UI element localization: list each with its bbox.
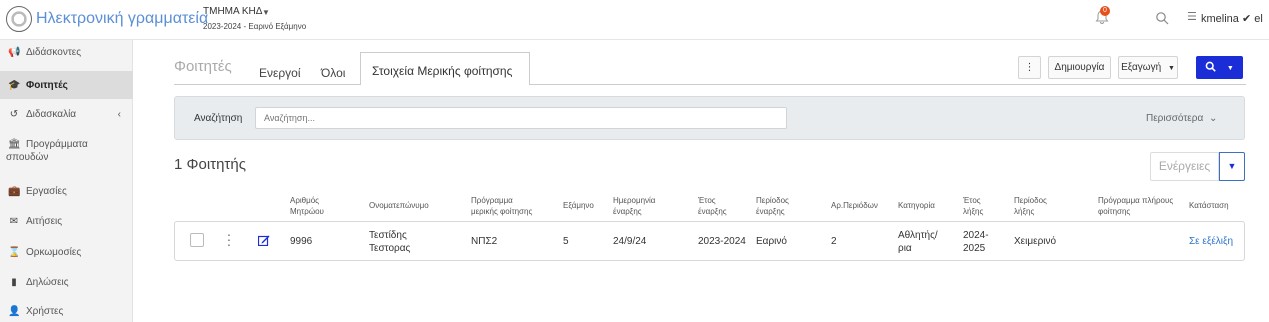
cell-periods: 2 [831,236,837,247]
sidebar-item-label-continued: σπουδών [6,152,49,163]
institution-icon: 🏛 [8,139,21,150]
envelope-icon: ✉ [9,216,19,227]
column-header[interactable]: Εξάμηνο [563,200,603,211]
actions-button[interactable]: Ενέργειες [1150,152,1219,181]
caret-down-icon: ▼ [1226,65,1234,72]
sidebar-item-label: Ορκωμοσίες [26,247,82,258]
row-menu-icon[interactable]: · · · [226,227,232,251]
search-icon [1205,61,1216,72]
academic-period: 2023-2024 - Εαρινό Εξάμηνο [203,22,307,31]
more-filters-toggle[interactable]: Περισσότερα ⌄ [1146,113,1217,124]
top-bar: Ηλεκτρονική γραμματεία ΤΜΗΜΑ ΚΗΔ 2023-20… [0,0,1269,40]
sidebar-item-label: Εργασίες [26,186,67,197]
cell-category: Αθλητής/ρια [898,230,938,254]
chevron-down-icon: ⌄ [1209,113,1218,124]
user-icon: 👤 [8,306,21,317]
column-header[interactable]: Αρ.Περιόδων [831,200,891,211]
list-icon[interactable]: ☰ [1187,10,1197,23]
row-checkbox[interactable] [190,233,204,247]
file-icon: ▮ [11,277,17,288]
search-button[interactable]: ▼ [1196,56,1243,79]
tab-all[interactable]: Όλοι [321,66,345,80]
export-button[interactable]: Εξαγωγή ▼ [1118,56,1178,79]
undo-icon: ↺ [9,109,19,120]
more-options-button[interactable]: ⋮ [1018,56,1041,79]
cell-start-date: 24/9/24 [613,236,647,247]
column-header[interactable]: Ημερομηνία έναρξης [613,195,668,217]
sidebar-item-label: Διδάσκοντες [26,47,82,58]
cell-end-year: 2024-2025 [963,230,989,254]
chevron-left-icon: ‹ [117,109,121,120]
cell-reg-no: 9996 [290,236,313,247]
megaphone-icon: 📢 [8,47,21,58]
cell-start-period: Εαρινό [756,236,787,247]
column-header[interactable]: Πρόγραμμα πλήρους φοίτησης [1098,195,1178,217]
column-header[interactable]: Περίοδος έναρξης [756,195,801,217]
column-header[interactable]: Ονοματεπώνυμο [369,200,449,211]
cell-start-year: 2023-2024 [698,236,746,247]
search-icon[interactable] [1155,11,1169,25]
cell-end-period: Χειμερινό [1014,236,1057,247]
export-label: Εξαγωγή [1121,62,1162,73]
tab-part-time-info[interactable]: Στοιχεία Μερικής φοίτησης [360,52,530,85]
search-input[interactable] [255,107,787,129]
page-title: Φοιτητές [174,58,232,75]
cell-name: Τεστίδης Τεστορας [369,230,411,254]
sidebar-item-label: Δηλώσεις [26,277,69,288]
sidebar-item-assignments[interactable]: 💼 Εργασίες [0,186,133,202]
tabs-divider [174,84,1246,85]
department-selector[interactable]: ΤΜΗΜΑ ΚΗΔ [203,6,262,17]
user-menu[interactable]: kmelina ✔ el [1201,12,1263,25]
cell-status-link[interactable]: Σε εξέλιξη [1189,235,1233,248]
search-panel: Αναζήτηση Περισσότερα ⌄ [174,96,1245,140]
sidebar-item-label: Φοιτητές [26,80,68,91]
notification-badge: 0 [1100,6,1110,16]
graduation-cap-icon: 🎓 [8,80,21,91]
sidebar-item-students[interactable]: 🎓 Φοιτητές [0,71,133,99]
cell-semester: 5 [563,236,569,247]
create-button[interactable]: Δημιουργία [1048,56,1111,79]
sidebar-item-label: Διδασκαλία [26,109,77,120]
column-header[interactable]: Περίοδος λήξης [1014,195,1059,217]
sidebar-item-label: Χρήστες [26,306,64,317]
university-logo [6,6,32,32]
sidebar-item-teachers[interactable]: 📢 Διδάσκοντες [0,47,133,63]
column-header[interactable]: Έτος λήξης [963,195,993,217]
column-header[interactable]: Κατάσταση [1189,200,1239,211]
caret-down-icon[interactable]: ▼ [262,8,270,17]
more-label: Περισσότερα [1146,113,1204,124]
search-label: Αναζήτηση [194,113,243,124]
column-header[interactable]: Πρόγραμμα μερικής φοίτησης [471,195,541,217]
tab-active-students[interactable]: Ενεργοί [259,66,301,80]
sidebar-item-declarations[interactable]: ▮ Δηλώσεις [0,277,133,293]
edit-icon[interactable] [258,234,270,246]
sidebar-item-users[interactable]: 👤 Χρήστες [0,306,133,322]
sidebar-item-requests[interactable]: ✉ Αιτήσεις [0,216,133,232]
sidebar-item-programs[interactable]: 🏛 Προγράμματα σπουδών [0,138,133,166]
briefcase-icon: 💼 [8,186,21,197]
column-header[interactable]: Αριθμός Μητρώου [290,195,340,217]
app-title[interactable]: Ηλεκτρονική γραμματεία [36,10,208,28]
sidebar-item-teaching[interactable]: ↺ Διδασκαλία ‹ [0,109,133,125]
caret-down-icon[interactable]: ▼ [1219,152,1245,181]
hourglass-icon: ⌛ [8,247,21,258]
sidebar-item-label: Αιτήσεις [26,216,63,227]
column-header[interactable]: Έτος έναρξης [698,195,733,217]
results-count: 1 Φοιτητής [174,156,246,173]
column-header[interactable]: Κατηγορία [898,200,953,211]
sidebar-item-graduations[interactable]: ⌛ Ορκωμοσίες [0,247,133,263]
cell-program: ΝΠΣ2 [471,236,498,247]
caret-down-icon: ▼ [1167,65,1175,72]
